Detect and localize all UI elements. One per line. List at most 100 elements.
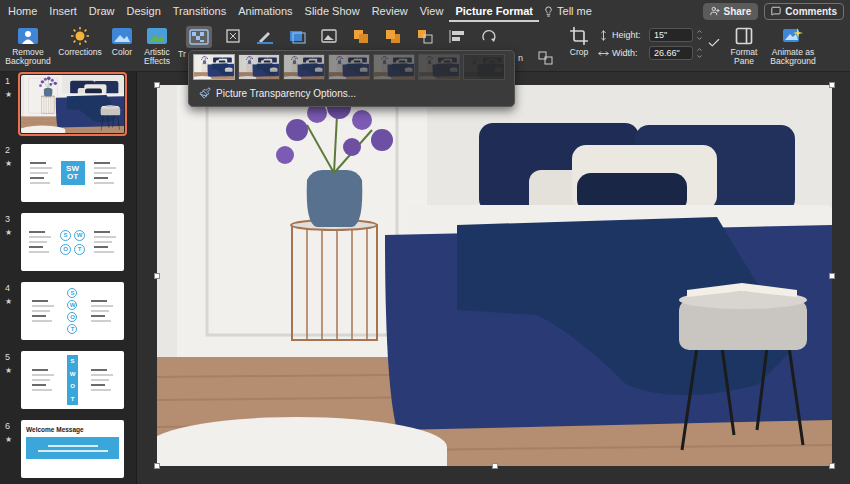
preset-preview bbox=[284, 55, 324, 79]
animation-star: ★ bbox=[5, 228, 18, 237]
animate-as-background-icon bbox=[782, 26, 804, 46]
picture-border-icon[interactable] bbox=[256, 28, 274, 44]
slide-thumbnail[interactable]: SWOT bbox=[21, 351, 124, 409]
align-icon[interactable] bbox=[448, 28, 466, 44]
slide-thumbnail[interactable]: Welcome Message bbox=[21, 420, 124, 478]
transparency-preset[interactable] bbox=[463, 54, 505, 80]
menu-tab[interactable]: Insert bbox=[43, 0, 83, 22]
text-lines bbox=[91, 300, 113, 322]
menu-tab[interactable]: Design bbox=[121, 0, 167, 22]
group-icon[interactable] bbox=[537, 50, 555, 66]
slide-item[interactable]: 4★SWOT bbox=[0, 279, 136, 343]
menu-tab[interactable]: Picture Format bbox=[449, 0, 539, 22]
slide-frame[interactable]: SWOT bbox=[18, 210, 127, 274]
slide-thumbnail[interactable]: SWOT bbox=[21, 144, 124, 202]
size-field[interactable]: 15" bbox=[649, 28, 693, 42]
selection-pane-icon[interactable] bbox=[416, 28, 434, 44]
share-button[interactable]: Share bbox=[703, 3, 759, 20]
compress-pictures-icon[interactable] bbox=[224, 28, 242, 44]
slide-item[interactable]: 3★SWOT bbox=[0, 210, 136, 274]
spinner[interactable] bbox=[696, 28, 703, 42]
alt-text-icon[interactable] bbox=[320, 28, 338, 44]
resize-handle[interactable] bbox=[154, 463, 160, 469]
resize-handle[interactable] bbox=[154, 82, 160, 88]
ribbon-button[interactable]: Artistic Effects bbox=[140, 26, 174, 66]
text-lines bbox=[94, 162, 116, 184]
menu-tab[interactable]: View bbox=[414, 0, 450, 22]
slide-thumbnail[interactable]: SWOT bbox=[21, 282, 124, 340]
transparency-preset[interactable] bbox=[418, 54, 460, 80]
preset-preview bbox=[194, 55, 234, 79]
swot-box: SWOT bbox=[61, 161, 85, 185]
bedroom-photo[interactable] bbox=[157, 85, 832, 466]
powerpoint-window: HomeInsertDrawDesignTransitionsAnimation… bbox=[0, 0, 850, 484]
swot-letter: W bbox=[70, 371, 76, 377]
menu-tab[interactable]: Home bbox=[2, 0, 43, 22]
slide-number: 5 bbox=[5, 352, 18, 362]
rotate-icon[interactable] bbox=[480, 28, 498, 44]
down-icon[interactable] bbox=[696, 53, 703, 60]
slide-item[interactable]: 1★ bbox=[0, 72, 136, 136]
size-row: Width:26.66" bbox=[598, 46, 703, 60]
slide-frame[interactable] bbox=[18, 72, 127, 136]
ribbon-button[interactable]: Corrections bbox=[56, 26, 104, 57]
ribbon-button[interactable]: Format Pane bbox=[725, 26, 763, 66]
slide-item[interactable]: 5★SWOT bbox=[0, 348, 136, 412]
menu-tab[interactable]: Animations bbox=[232, 0, 298, 22]
align-label[interactable]: n bbox=[518, 53, 523, 63]
check-icon bbox=[707, 36, 721, 50]
comments-button[interactable]: Comments bbox=[764, 3, 844, 20]
ribbon-button[interactable]: Color bbox=[108, 26, 136, 57]
slide-item[interactable]: 6★Welcome Message bbox=[0, 417, 136, 481]
swot-letters: SW bbox=[66, 165, 79, 173]
down-icon[interactable] bbox=[696, 35, 703, 42]
transparency-preset[interactable] bbox=[283, 54, 325, 80]
transparency-preset[interactable] bbox=[328, 54, 370, 80]
transparency-preset[interactable] bbox=[238, 54, 280, 80]
lightbulb-icon bbox=[543, 6, 554, 17]
up-icon[interactable] bbox=[696, 46, 703, 53]
slide-thumbnail[interactable] bbox=[21, 75, 124, 133]
picture-effects-icon[interactable] bbox=[288, 28, 306, 44]
transparency-preset[interactable] bbox=[193, 54, 235, 80]
ribbon-button[interactable]: Remove Background bbox=[4, 26, 52, 66]
swot-circle: S bbox=[67, 288, 77, 298]
ribbon-button[interactable]: Animate as Background bbox=[767, 26, 819, 66]
paintbrush-icon bbox=[199, 87, 211, 99]
size-field[interactable]: 26.66" bbox=[649, 46, 693, 60]
resize-handle[interactable] bbox=[154, 273, 160, 279]
transparency-preset[interactable] bbox=[373, 54, 415, 80]
menu-tab[interactable]: Draw bbox=[83, 0, 121, 22]
format-pane-icon bbox=[734, 26, 754, 46]
animation-star: ★ bbox=[5, 435, 18, 444]
menu-tab[interactable]: Slide Show bbox=[299, 0, 366, 22]
menu-tab[interactable]: Transitions bbox=[167, 0, 232, 22]
resize-handle[interactable] bbox=[829, 82, 835, 88]
menu-tab[interactable]: Review bbox=[366, 0, 414, 22]
slide-frame[interactable]: Welcome Message bbox=[18, 417, 127, 481]
slide-thumbnail[interactable]: SWOT bbox=[21, 213, 124, 271]
resize-handle[interactable] bbox=[829, 463, 835, 469]
lock-aspect[interactable] bbox=[707, 26, 721, 60]
transparency-options-item[interactable]: Picture Transparency Options... bbox=[193, 83, 510, 102]
resize-handle[interactable] bbox=[829, 273, 835, 279]
slide-frame[interactable]: SWOT bbox=[18, 141, 127, 205]
slide-frame[interactable]: SWOT bbox=[18, 348, 127, 412]
swot-circle: O bbox=[67, 312, 77, 322]
bring-forward-icon[interactable] bbox=[352, 28, 370, 44]
send-backward-icon[interactable] bbox=[384, 28, 402, 44]
transparency-button-box[interactable] bbox=[186, 26, 212, 48]
up-icon[interactable] bbox=[696, 28, 703, 35]
spinner[interactable] bbox=[696, 46, 703, 60]
transparency-presets bbox=[193, 54, 510, 80]
comment-icon bbox=[771, 6, 781, 16]
swot-grid: SWOT bbox=[60, 230, 85, 255]
crop-button[interactable]: Crop bbox=[564, 26, 594, 57]
share-icon bbox=[710, 6, 720, 16]
slide-frame[interactable]: SWOT bbox=[18, 279, 127, 343]
tell-me[interactable]: Tell me bbox=[543, 5, 592, 17]
size-row: Height:15" bbox=[598, 28, 703, 42]
slide-item[interactable]: 2★SWOT bbox=[0, 141, 136, 205]
remove-background-icon bbox=[17, 26, 39, 46]
resize-handle[interactable] bbox=[492, 463, 498, 469]
